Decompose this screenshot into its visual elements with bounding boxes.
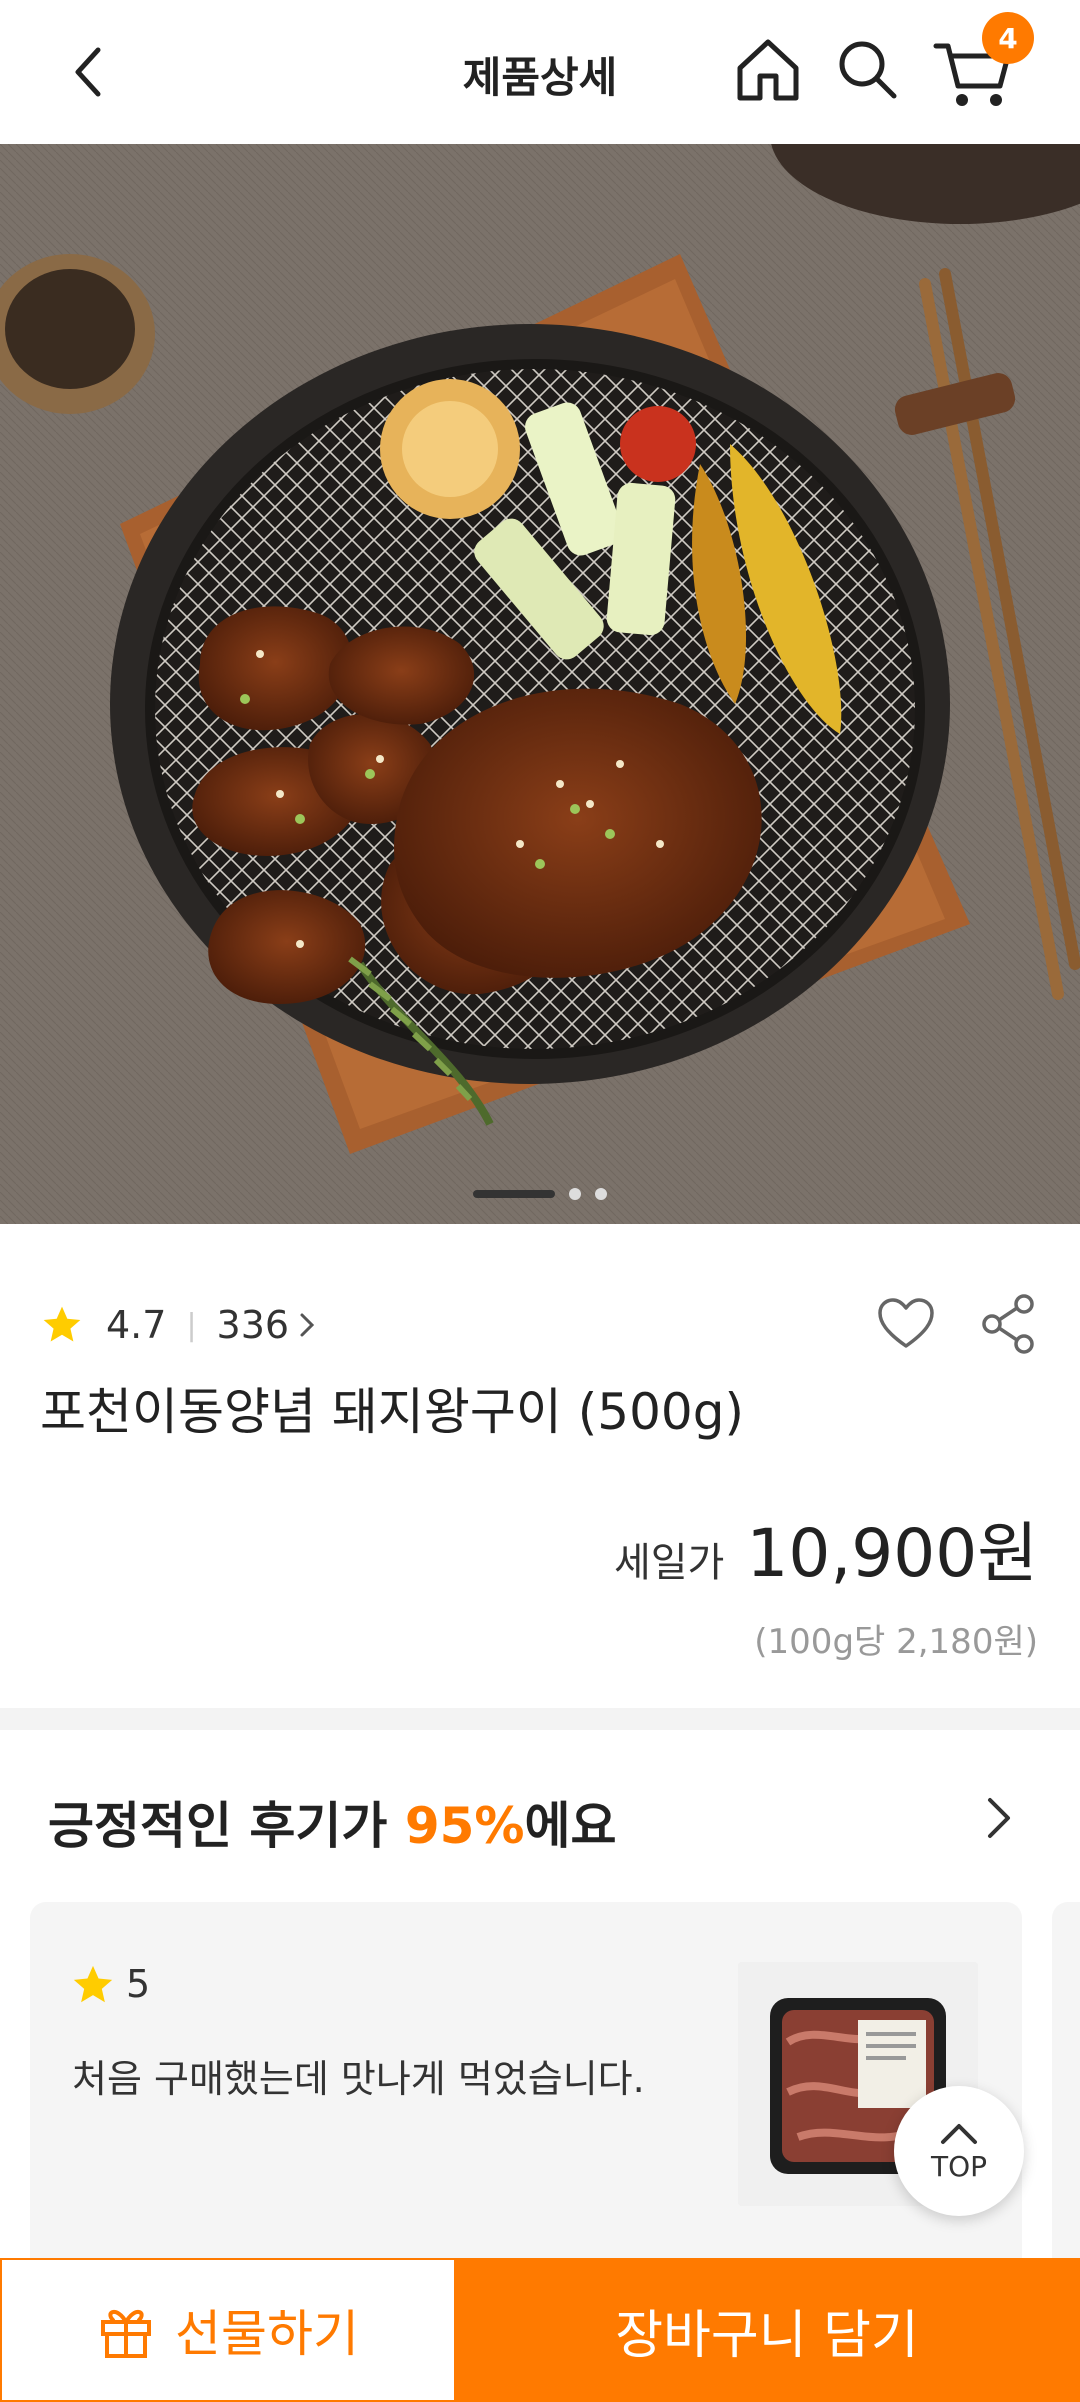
cart-count-badge: 4 — [982, 12, 1034, 64]
review-title-prefix: 긍정적인 후기가 — [48, 1797, 405, 1855]
section-divider — [0, 1708, 1080, 1730]
review-score: 5 — [126, 1962, 151, 2006]
product-name: 포천이동양념 돼지왕구이 (500g) — [40, 1383, 744, 1441]
share-button[interactable] — [980, 1292, 1036, 1356]
review-title-suffix: 에요 — [524, 1797, 617, 1855]
heart-icon — [878, 1298, 934, 1348]
carousel-indicator — [0, 1186, 1080, 1202]
search-icon — [839, 41, 897, 99]
search-button[interactable] — [832, 34, 904, 106]
review-text: 처음 구매했는데 맛나게 먹었습니다. — [72, 2057, 645, 2101]
carousel-dot — [569, 1188, 581, 1200]
star-icon — [43, 1306, 81, 1342]
scroll-top-label: TOP — [930, 2149, 988, 2183]
star-icon — [73, 1965, 113, 2003]
sale-price: 10,900원 — [746, 1515, 1038, 1592]
wishlist-button[interactable] — [874, 1292, 938, 1356]
product-image — [0, 144, 1080, 1224]
chevron-right-icon — [988, 1798, 1010, 1838]
review-more-button[interactable] — [978, 1792, 1018, 1844]
carousel-dot-active — [473, 1190, 555, 1198]
positive-review-percent: 95% — [404, 1797, 525, 1855]
scroll-top-button[interactable]: TOP — [894, 2086, 1024, 2216]
page-title: 제품상세 — [462, 53, 618, 102]
home-button[interactable] — [730, 32, 806, 108]
gift-button-label: 선물하기 — [175, 2305, 359, 2363]
share-icon — [982, 1294, 1034, 1354]
review-count: 336 — [216, 1303, 290, 1347]
unit-price: (100g당 2,180원) — [754, 1622, 1038, 1662]
rating-value: 4.7 — [106, 1303, 167, 1347]
add-to-cart-button[interactable]: 장바구니 담기 — [454, 2258, 1080, 2402]
product-image-carousel[interactable] — [0, 144, 1080, 1224]
rating-summary[interactable]: 4.7 | 336 — [40, 1300, 317, 1350]
review-section-title: 긍정적인 후기가 95%에요 — [48, 1786, 617, 1858]
bottom-action-bar: 선물하기 장바구니 담기 — [0, 2258, 1080, 2402]
chevron-right-icon — [300, 1313, 315, 1337]
gift-button[interactable]: 선물하기 — [0, 2258, 454, 2402]
add-to-cart-label: 장바구니 담기 — [615, 2305, 919, 2366]
rating-divider: | — [186, 1307, 197, 1343]
sale-label: 세일가 — [613, 1540, 725, 1586]
app-header: 제품상세 4 — [0, 0, 1080, 144]
price-row: 세일가 10,900원 — [614, 1500, 1038, 1596]
gift-icon — [101, 2310, 151, 2358]
chevron-up-icon — [941, 2123, 977, 2144]
carousel-dot — [595, 1188, 607, 1200]
home-icon — [737, 39, 799, 101]
